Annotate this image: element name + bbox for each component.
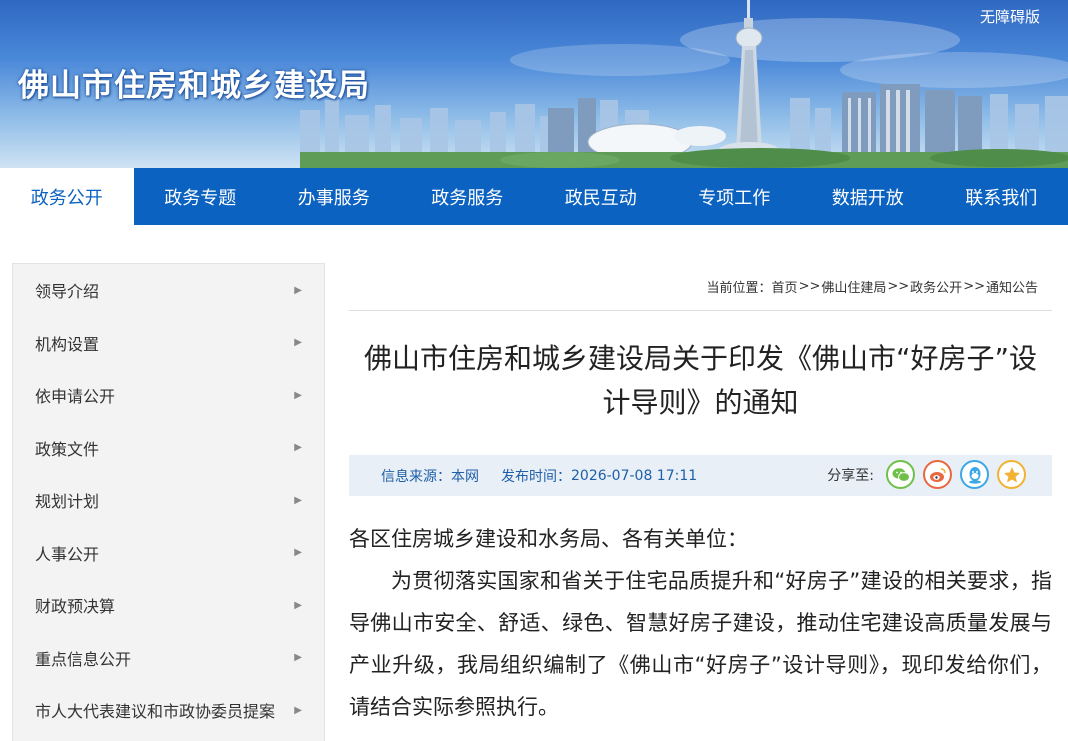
sidebar-item-label: 财政预决算 xyxy=(35,597,116,617)
qzone-icon[interactable] xyxy=(997,460,1026,489)
weibo-icon[interactable] xyxy=(923,460,952,489)
nav-item-gov-services[interactable]: 政务服务 xyxy=(401,168,535,225)
publish-time-value: 2026-07-08 17:11 xyxy=(571,467,698,484)
main-nav: 政务公开 政务专题 办事服务 政务服务 政民互动 专项工作 数据开放 联系我们 xyxy=(0,168,1068,225)
breadcrumb-bureau[interactable]: 佛山住建局 xyxy=(821,277,886,296)
site-title: 佛山市住房和城乡建设局 xyxy=(18,68,370,104)
breadcrumb-prefix: 当前位置： xyxy=(706,281,772,296)
sidebar-item-budget[interactable]: 财政预决算 ▶ xyxy=(13,579,324,632)
sidebar-item-leaders[interactable]: 领导介绍 ▶ xyxy=(13,264,324,317)
chevron-right-icon: ▶ xyxy=(294,442,302,454)
sidebar-item-label: 政策文件 xyxy=(35,439,100,459)
chevron-right-icon: ▶ xyxy=(294,704,302,716)
nav-item-open-data[interactable]: 数据开放 xyxy=(801,168,935,225)
source-label: 信息来源： xyxy=(381,468,451,485)
sidebar-item-label: 领导介绍 xyxy=(35,282,100,302)
nav-item-special-work[interactable]: 专项工作 xyxy=(668,168,802,225)
wechat-icon[interactable] xyxy=(886,460,915,489)
source-value: 本网 xyxy=(451,468,479,485)
sidebar: 领导介绍 ▶ 机构设置 ▶ 依申请公开 ▶ 政策文件 ▶ 规划计划 ▶ 人事公开… xyxy=(12,263,325,741)
header-banner: 佛山市住房和城乡建设局 无障碍版 xyxy=(0,0,1068,168)
breadcrumb: 当前位置： 首页 >> 佛山住建局 >> 政务公开 >> 通知公告 xyxy=(349,263,1052,311)
nav-item-government-affairs[interactable]: 政务公开 xyxy=(0,168,134,225)
chevron-right-icon: ▶ xyxy=(294,599,302,611)
chevron-right-icon: ▶ xyxy=(294,389,302,401)
chevron-right-icon: ▶ xyxy=(294,547,302,559)
sidebar-item-proposals[interactable]: 市人大代表建议和市政协委员提案 ▶ xyxy=(13,684,324,737)
share-label: 分享至: xyxy=(827,467,874,484)
breadcrumb-government-affairs[interactable]: 政务公开 xyxy=(910,277,962,296)
sidebar-item-personnel[interactable]: 人事公开 ▶ xyxy=(13,527,324,580)
chevron-right-icon: ▶ xyxy=(294,652,302,664)
chevron-right-icon: ▶ xyxy=(294,337,302,349)
sidebar-item-label: 依申请公开 xyxy=(35,387,116,407)
breadcrumb-separator: >> xyxy=(963,279,985,294)
chevron-right-icon: ▶ xyxy=(294,284,302,296)
article-title: 佛山市住房和城乡建设局关于印发《佛山市“好房子”设计导则》的通知 xyxy=(363,342,1037,419)
sidebar-item-label: 重点信息公开 xyxy=(35,649,132,669)
chevron-right-icon: ▶ xyxy=(294,494,302,506)
sidebar-item-key-info[interactable]: 重点信息公开 ▶ xyxy=(13,632,324,685)
breadcrumb-home[interactable]: 首页 xyxy=(772,277,798,296)
breadcrumb-separator: >> xyxy=(798,279,821,294)
main-content: 当前位置： 首页 >> 佛山住建局 >> 政务公开 >> 通知公告 佛山市住房和… xyxy=(349,263,1052,728)
sidebar-item-label: 市人大代表建议和市政协委员提案 xyxy=(35,702,276,722)
nav-item-special-topics[interactable]: 政务专题 xyxy=(134,168,268,225)
share-bar: 分享至: xyxy=(827,460,1026,489)
breadcrumb-separator: >> xyxy=(887,279,910,294)
publish-time-label: 发布时间： xyxy=(501,468,571,485)
sidebar-item-organization[interactable]: 机构设置 ▶ xyxy=(13,317,324,370)
qq-icon[interactable] xyxy=(960,460,989,489)
article-paragraph: 为贯彻落实国家和省关于住宅品质提升和“好房子”建设的相关要求，指导佛山市安全、舒… xyxy=(349,569,1052,719)
sidebar-item-label: 规划计划 xyxy=(35,492,100,512)
sidebar-item-label: 机构设置 xyxy=(35,334,100,354)
article-body: 各区住房城乡建设和水务局、各有关单位： 为贯彻落实国家和省关于住宅品质提升和“好… xyxy=(349,518,1052,728)
nav-item-interaction[interactable]: 政民互动 xyxy=(534,168,668,225)
sidebar-item-planning[interactable]: 规划计划 ▶ xyxy=(13,474,324,527)
sidebar-item-policy-documents[interactable]: 政策文件 ▶ xyxy=(13,422,324,475)
article-salutation: 各区住房城乡建设和水务局、各有关单位： xyxy=(349,527,748,551)
accessibility-link[interactable]: 无障碍版 xyxy=(980,6,1040,27)
breadcrumb-notices[interactable]: 通知公告 xyxy=(986,277,1038,296)
nav-item-contact[interactable]: 联系我们 xyxy=(935,168,1068,225)
article-info-bar: 信息来源： 本网 发布时间： 2026-07-08 17:11 分享至: xyxy=(349,455,1052,496)
sidebar-item-label: 人事公开 xyxy=(35,544,100,564)
nav-item-services[interactable]: 办事服务 xyxy=(267,168,401,225)
sidebar-item-apply-disclosure[interactable]: 依申请公开 ▶ xyxy=(13,369,324,422)
